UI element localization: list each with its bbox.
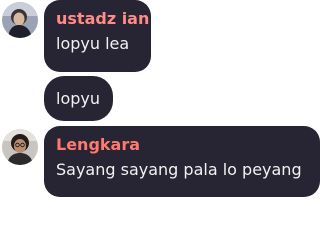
message-bubble: lopyu [44, 76, 113, 121]
message-text: lopyu lea [56, 34, 130, 53]
message-bubble: ustadz ian lopyu lea [44, 0, 151, 72]
sender-name[interactable]: ustadz ian [56, 8, 149, 30]
user-avatar-ustadz-ian[interactable] [2, 2, 38, 38]
user-avatar-lengkara[interactable] [2, 129, 38, 165]
message-text: Sayang sayang pala lo peyang [56, 160, 302, 179]
message-text: lopyu [56, 89, 100, 108]
sender-name[interactable]: Lengkara [56, 134, 308, 156]
message-bubble: Lengkara Sayang sayang pala lo peyang [44, 126, 320, 197]
